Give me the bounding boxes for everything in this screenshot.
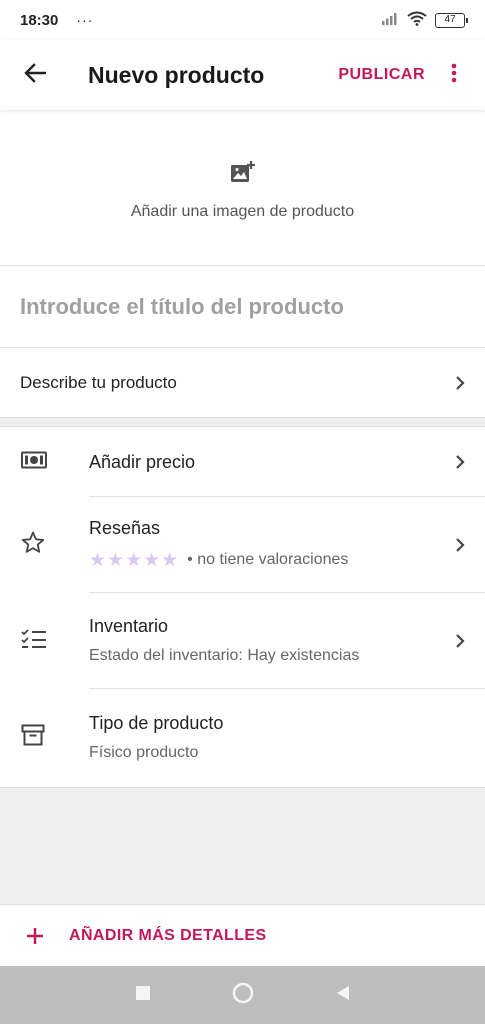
- describe-product-label: Describe tu producto: [20, 373, 177, 392]
- battery-icon: 47: [435, 12, 468, 28]
- describe-product-row[interactable]: Describe tu producto: [0, 349, 485, 417]
- add-product-image-button[interactable]: Añadir una imagen de producto: [0, 110, 485, 266]
- signal-icon: [381, 11, 399, 29]
- chevron-right-icon: [455, 375, 465, 391]
- checklist-icon: [21, 628, 47, 655]
- app-bar: Nuevo producto PUBLICAR: [0, 40, 485, 110]
- back-nav-button[interactable]: [293, 966, 393, 1024]
- inventory-status: Estado del inventario: Hay existencias: [89, 647, 360, 664]
- more-vert-icon: [451, 63, 457, 88]
- inventory-row[interactable]: Inventario Estado del inventario: Hay ex…: [0, 593, 485, 689]
- reviews-label: Reseñas: [89, 517, 161, 538]
- status-bar: 18:30 ··· 47: [0, 0, 485, 40]
- reviews-row[interactable]: Reseñas ★★★★★ • no tiene valoraciones: [0, 497, 485, 593]
- product-type-row[interactable]: Tipo de producto Físico producto: [0, 689, 485, 786]
- reviews-subtitle: • no tiene valoraciones: [187, 551, 349, 568]
- triangle-back-icon: [336, 985, 350, 1006]
- rating-stars: ★★★★★: [89, 549, 180, 571]
- chevron-right-icon: [455, 633, 465, 649]
- add-price-row[interactable]: Añadir precio: [0, 428, 485, 497]
- archive-box-icon: [21, 724, 45, 751]
- back-button[interactable]: [0, 40, 70, 110]
- star-icon: [21, 531, 45, 559]
- circle-icon: [232, 982, 254, 1009]
- wifi-icon: [407, 11, 427, 30]
- inventory-label: Inventario: [89, 616, 169, 636]
- chevron-right-icon: [455, 537, 465, 553]
- page-title: Nuevo producto: [88, 61, 265, 88]
- product-title-input[interactable]: [0, 267, 485, 348]
- publish-button[interactable]: PUBLICAR: [334, 58, 429, 92]
- status-indicators: 47: [381, 11, 468, 30]
- arrow-back-icon: [24, 62, 47, 88]
- add-image-label: Añadir una imagen de producto: [130, 203, 355, 220]
- status-notification-dots: ···: [76, 12, 94, 28]
- add-more-details-label: AÑADIR MÁS DETALLES: [69, 927, 267, 944]
- empty-area: [0, 787, 485, 905]
- add-more-details-button[interactable]: AÑADIR MÁS DETALLES: [0, 906, 485, 966]
- product-type-value: Físico producto: [89, 744, 199, 761]
- system-nav-bar: [0, 966, 485, 1024]
- add-price-label: Añadir precio: [89, 451, 196, 472]
- add-photo-icon: [230, 160, 256, 189]
- product-type-label: Tipo de producto: [89, 713, 224, 733]
- more-options-button[interactable]: [429, 40, 479, 110]
- square-icon: [135, 985, 150, 1005]
- chevron-right-icon: [455, 454, 465, 470]
- home-button[interactable]: [193, 966, 293, 1024]
- plus-icon: [0, 927, 69, 945]
- section-divider: [0, 417, 485, 427]
- status-time: 18:30: [20, 11, 59, 29]
- recents-button[interactable]: [93, 966, 193, 1024]
- money-icon: [21, 451, 47, 474]
